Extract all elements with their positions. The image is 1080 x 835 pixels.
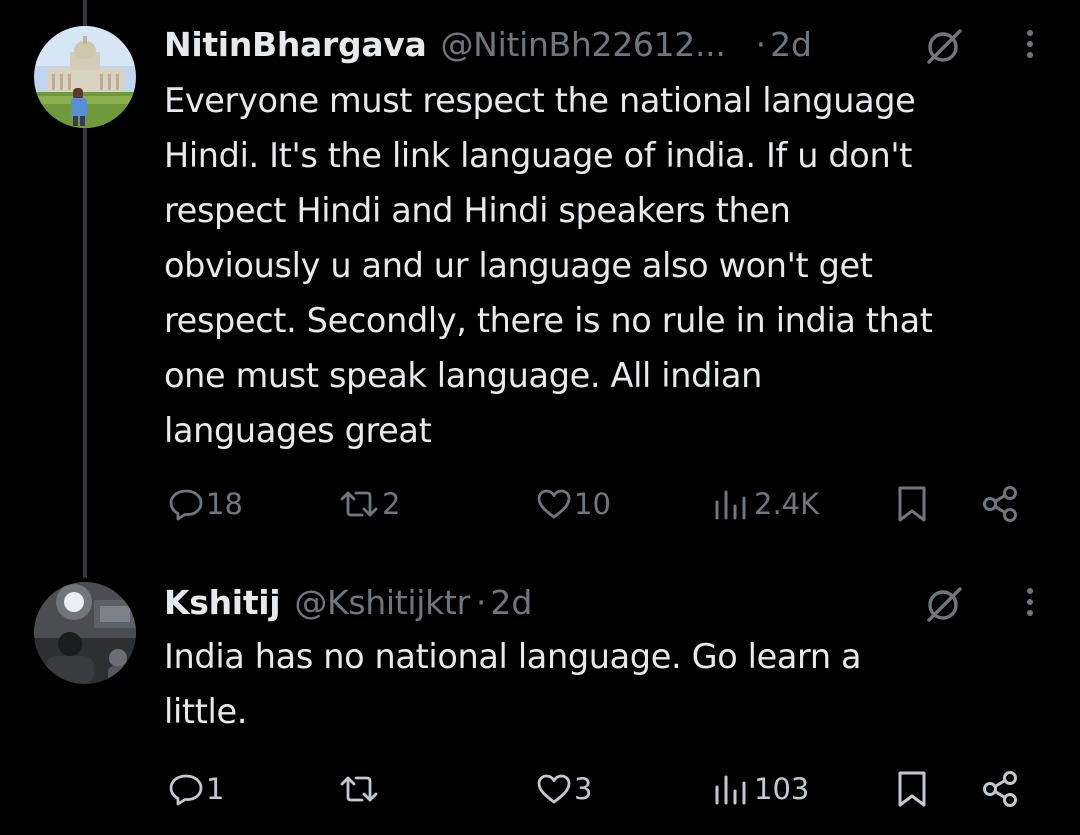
display-name[interactable]: Kshitij — [164, 583, 281, 622]
tweet-text: India has no national language. Go learn… — [164, 637, 862, 731]
heart-icon — [537, 774, 571, 804]
user-handle[interactable]: @Kshitijktr — [294, 583, 470, 622]
heart-icon — [537, 489, 571, 519]
timestamp[interactable]: 2d — [490, 583, 532, 622]
avatar-photo-building — [34, 26, 136, 128]
grok-icon[interactable] — [924, 26, 964, 66]
like-count: 3 — [574, 772, 593, 806]
views-button[interactable]: 103 — [712, 764, 809, 814]
repost-icon — [340, 776, 378, 802]
separator-dot: · — [475, 582, 487, 622]
reply-icon — [169, 489, 203, 521]
reply-icon — [169, 774, 203, 806]
bookmark-icon — [898, 771, 926, 807]
bookmark-button[interactable] — [892, 479, 932, 529]
more-vertical-icon[interactable] — [1020, 24, 1040, 64]
view-count: 2.4K — [754, 487, 820, 521]
share-button[interactable] — [980, 764, 1020, 814]
more-vertical-icon[interactable] — [1020, 582, 1040, 622]
reply-count: 18 — [206, 487, 243, 521]
share-icon — [983, 486, 1017, 522]
bookmark-icon — [898, 486, 926, 522]
bookmark-button[interactable] — [892, 764, 932, 814]
display-name[interactable]: NitinBhargava — [164, 25, 427, 64]
views-icon — [715, 775, 746, 805]
like-button[interactable]: 3 — [536, 764, 592, 814]
grok-icon[interactable] — [924, 584, 964, 624]
repost-count: 2 — [382, 487, 401, 521]
tweet-header: Kshitij @Kshitijktr · 2d — [164, 578, 1080, 626]
avatar[interactable] — [34, 582, 136, 684]
like-button[interactable]: 10 — [536, 479, 611, 529]
timestamp[interactable]: 2d — [770, 25, 812, 64]
repost-button[interactable] — [338, 764, 382, 814]
tweet-actions: 18 2 10 2.4K — [0, 479, 1080, 529]
reply-button[interactable]: 1 — [168, 764, 224, 814]
repost-icon — [340, 491, 378, 517]
views-button[interactable]: 2.4K — [712, 479, 819, 529]
reply-count: 1 — [206, 772, 225, 806]
tweet-actions: 1 3 103 — [0, 764, 1080, 814]
reply-button[interactable]: 18 — [168, 479, 243, 529]
avatar[interactable] — [34, 26, 136, 128]
separator-dot: · — [755, 24, 767, 64]
repost-button[interactable]: 2 — [338, 479, 400, 529]
tweet-text: Everyone must respect the national langu… — [164, 81, 933, 450]
share-icon — [983, 771, 1017, 807]
view-count: 103 — [754, 772, 810, 806]
tweet[interactable]: Kshitij @Kshitijktr · 2d India has no na… — [0, 560, 1080, 835]
like-count: 10 — [574, 487, 611, 521]
tweet-header: NitinBhargava @NitinBh22612... · 2d — [164, 20, 1080, 68]
share-button[interactable] — [980, 479, 1020, 529]
views-icon — [715, 490, 746, 520]
tweet[interactable]: NitinBhargava @NitinBh22612... · 2d Ever… — [0, 0, 1080, 560]
avatar-photo-person — [34, 582, 136, 684]
user-handle[interactable]: @NitinBh22612... — [440, 25, 725, 64]
